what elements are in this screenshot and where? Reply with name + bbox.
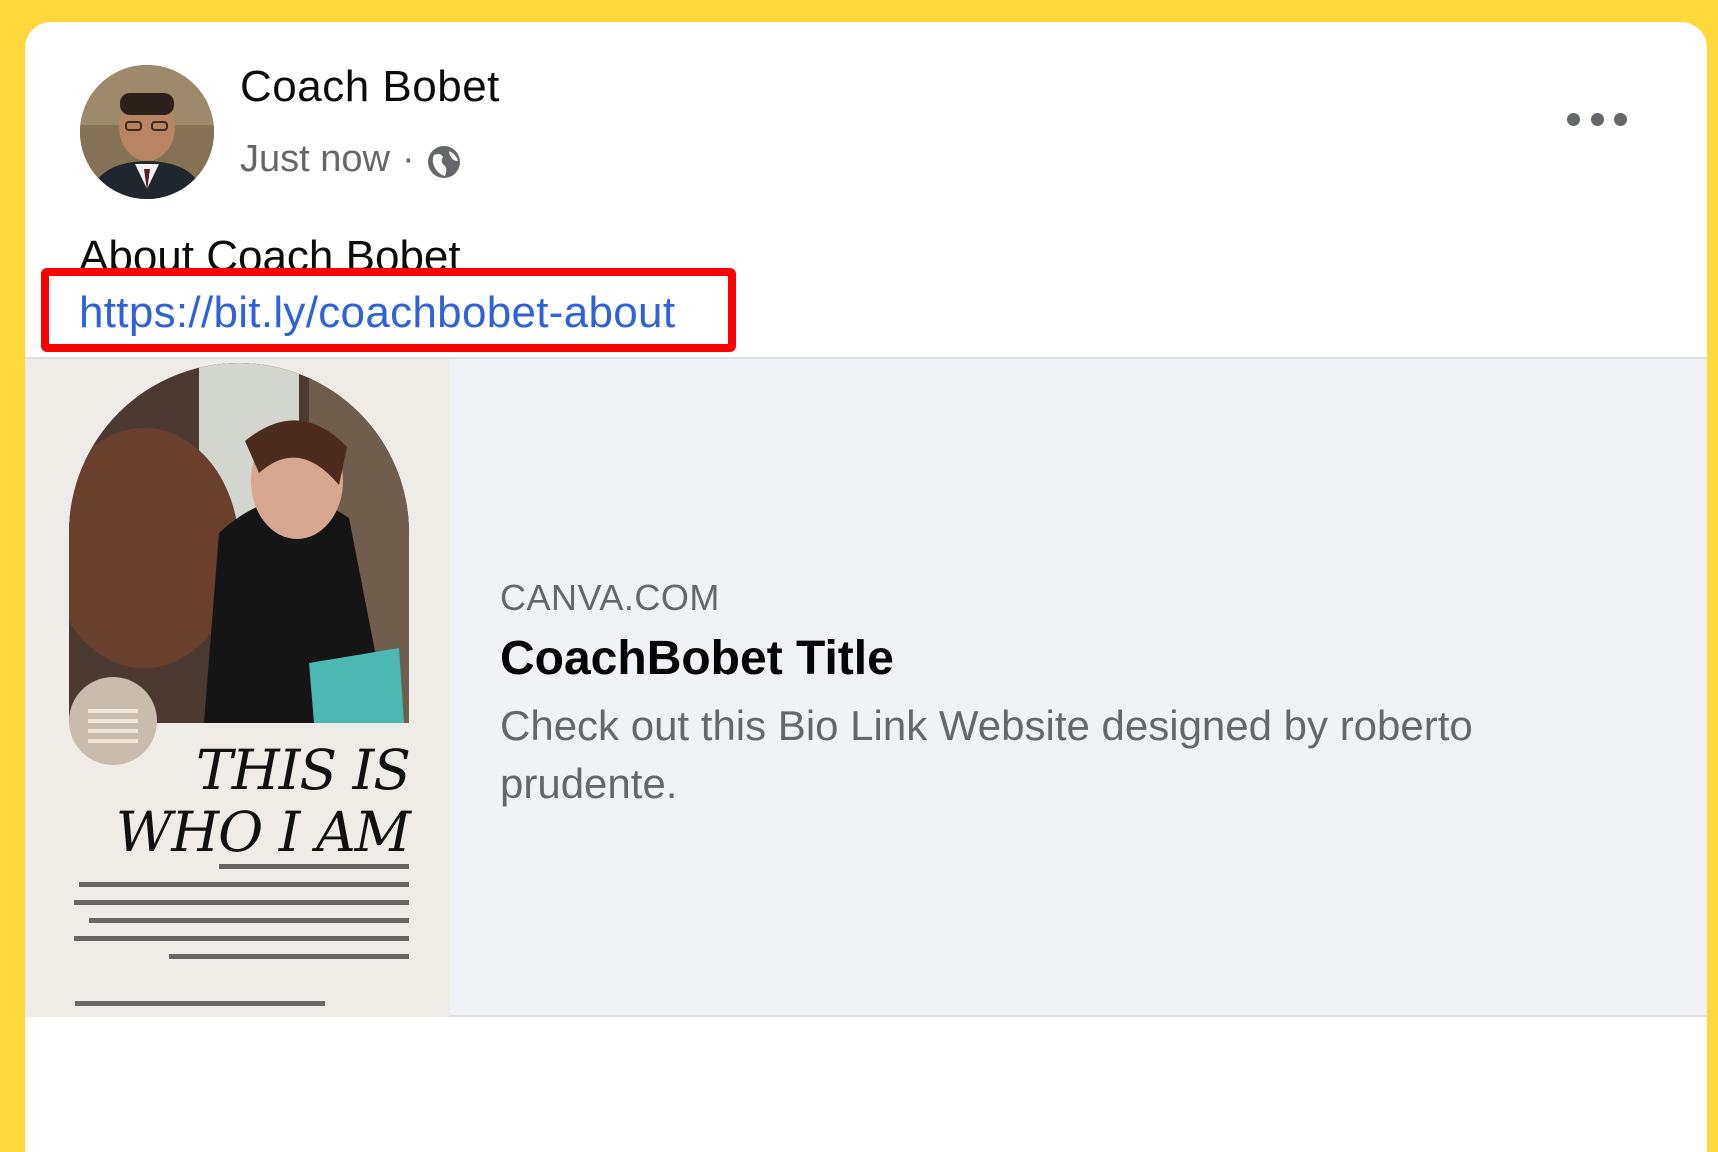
- poster-title: THIS IS WHO I AM: [115, 738, 411, 864]
- preview-title[interactable]: CoachBobet Title: [500, 631, 894, 686]
- dot-icon: [1590, 112, 1604, 126]
- preview-description: Check out this Bio Link Website designed…: [500, 702, 1473, 807]
- author-avatar[interactable]: [80, 65, 214, 199]
- preview-thumbnail[interactable]: THIS IS WHO I AM: [25, 359, 450, 1017]
- more-options-icon[interactable]: [1567, 107, 1627, 131]
- poster-photo: [69, 363, 409, 723]
- preview-domain: CANVA.COM: [500, 577, 720, 618]
- post-timestamp[interactable]: Just now: [240, 138, 390, 181]
- meta-separator: ·: [401, 138, 415, 180]
- author-name[interactable]: Coach Bobet: [240, 62, 500, 112]
- link-preview[interactable]: THIS IS WHO I AM CANVA.COM CoachBobet Tit…: [25, 357, 1707, 1017]
- dot-icon: [1614, 112, 1627, 126]
- poster-body-text: [69, 864, 409, 972]
- screenshot-frame: Coach Bobet Just now · About Coach Bobet…: [0, 0, 1718, 1152]
- post-link[interactable]: https://bit.ly/coachbobet-about: [79, 288, 675, 338]
- poster-footer-line: [75, 1001, 325, 1006]
- globe-icon[interactable]: [425, 143, 463, 181]
- facebook-post-card: Coach Bobet Just now · About Coach Bobet…: [25, 22, 1707, 1152]
- post-meta: Just now ·: [240, 138, 463, 181]
- dot-icon: [1567, 112, 1580, 126]
